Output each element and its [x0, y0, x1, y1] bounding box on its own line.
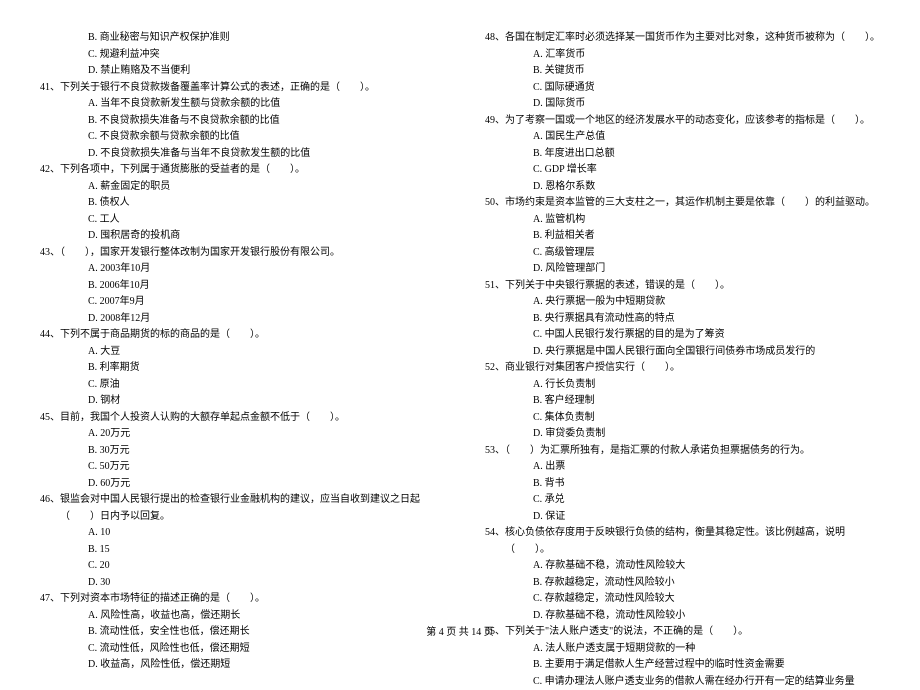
- option-text: B. 年度进出口总额: [485, 146, 880, 163]
- option-text: A. 法人账户透支属于短期贷款的一种: [485, 641, 880, 658]
- option-text: B. 关键货币: [485, 63, 880, 80]
- option-text: A. 风险性高，收益也高，偿还期长: [40, 608, 435, 625]
- option-text: D. 收益高，风险性低，偿还期短: [40, 657, 435, 674]
- option-text: A. 央行票据一般为中短期贷款: [485, 294, 880, 311]
- option-text: C. GDP 增长率: [485, 162, 880, 179]
- option-text: A. 10: [40, 525, 435, 542]
- option-text: A. 存款基础不稳，流动性风险较大: [485, 558, 880, 575]
- option-text: A. 大豆: [40, 344, 435, 361]
- question-45: 45、目前，我国个人投资人认购的大额存单起点金额不低于（ ）。: [40, 410, 435, 427]
- option-text: C. 国际硬通货: [485, 80, 880, 97]
- option-text: C. 高级管理层: [485, 245, 880, 262]
- option-text: A. 20万元: [40, 426, 435, 443]
- option-text: A. 汇率货币: [485, 47, 880, 64]
- option-text: D. 审贷委负责制: [485, 426, 880, 443]
- option-text: D. 囤积居奇的投机商: [40, 228, 435, 245]
- option-text: B. 2006年10月: [40, 278, 435, 295]
- option-text: C. 原油: [40, 377, 435, 394]
- question-48: 48、各国在制定汇率时必须选择某一国货币作为主要对比对象，这种货币被称为（ ）。: [485, 30, 880, 47]
- option-text: D. 恩格尔系数: [485, 179, 880, 196]
- option-text: B. 利率期货: [40, 360, 435, 377]
- option-text: A. 国民生产总值: [485, 129, 880, 146]
- option-text: B. 央行票据具有流动性高的特点: [485, 311, 880, 328]
- option-text: D. 央行票据是中国人民银行面向全国银行间债券市场成员发行的: [485, 344, 880, 361]
- question-47: 47、下列对资本市场特征的描述正确的是（ ）。: [40, 591, 435, 608]
- option-text: A. 当年不良贷款新发生额与贷款余额的比值: [40, 96, 435, 113]
- option-text: B. 30万元: [40, 443, 435, 460]
- option-text: D. 2008年12月: [40, 311, 435, 328]
- option-text: D. 存款基础不稳，流动性风险较小: [485, 608, 880, 625]
- option-text: A. 行长负责制: [485, 377, 880, 394]
- option-text: C. 50万元: [40, 459, 435, 476]
- option-text: C. 中国人民银行发行票据的目的是为了筹资: [485, 327, 880, 344]
- option-text: D. 不良贷款损失准备与当年不良贷款发生额的比值: [40, 146, 435, 163]
- option-text: D. 风险管理部门: [485, 261, 880, 278]
- question-52: 52、商业银行对集团客户授信实行（ ）。: [485, 360, 880, 377]
- two-column-layout: B. 商业秘密与知识产权保护准则 C. 规避利益冲突 D. 禁止贿赂及不当便利 …: [40, 30, 880, 690]
- option-text: C. 存款越稳定，流动性风险较大: [485, 591, 880, 608]
- option-text: B. 15: [40, 542, 435, 559]
- option-text: A. 薪金固定的职员: [40, 179, 435, 196]
- option-text: B. 客户经理制: [485, 393, 880, 410]
- question-43: 43、（ ），国家开发银行整体改制为国家开发银行股份有限公司。: [40, 245, 435, 262]
- option-text: D. 保证: [485, 509, 880, 526]
- question-53: 53、（ ）为汇票所独有，是指汇票的付款人承诺负担票据债务的行为。: [485, 443, 880, 460]
- option-text: B. 商业秘密与知识产权保护准则: [40, 30, 435, 47]
- option-text: A. 出票: [485, 459, 880, 476]
- option-text: C. 规避利益冲突: [40, 47, 435, 64]
- question-54: 54、核心负债依存度用于反映银行负债的结构，衡量其稳定性。该比例越高，说明（ ）…: [485, 525, 880, 558]
- option-text: B. 主要用于满足借款人生产经营过程中的临时性资金需要: [485, 657, 880, 674]
- option-text: C. 工人: [40, 212, 435, 229]
- option-text: C. 申请办理法人账户透支业务的借款人需在经办行开有一定的结算业务量: [485, 674, 880, 690]
- option-text: B. 背书: [485, 476, 880, 493]
- option-text: B. 利益相关者: [485, 228, 880, 245]
- option-text: C. 承兑: [485, 492, 880, 509]
- question-50: 50、市场约束是资本监管的三大支柱之一，其运作机制主要是依靠（ ）的利益驱动。: [485, 195, 880, 212]
- right-column: 48、各国在制定汇率时必须选择某一国货币作为主要对比对象，这种货币被称为（ ）。…: [485, 30, 880, 690]
- option-text: D. 国际货币: [485, 96, 880, 113]
- option-text: B. 债权人: [40, 195, 435, 212]
- option-text: C. 流动性低，风险性也低，偿还期短: [40, 641, 435, 658]
- option-text: D. 60万元: [40, 476, 435, 493]
- question-42: 42、下列各项中，下列属于通货膨胀的受益者的是（ ）。: [40, 162, 435, 179]
- option-text: A. 2003年10月: [40, 261, 435, 278]
- question-51: 51、下列关于中央银行票据的表述，错误的是（ ）。: [485, 278, 880, 295]
- option-text: C. 20: [40, 558, 435, 575]
- question-44: 44、下列不属于商品期货的标的商品的是（ ）。: [40, 327, 435, 344]
- page-footer: 第 4 页 共 14 页: [0, 623, 920, 638]
- question-46: 46、银监会对中国人民银行提出的检查银行业金融机构的建议，应当自收到建议之日起（…: [40, 492, 435, 525]
- option-text: A. 监管机构: [485, 212, 880, 229]
- option-text: D. 30: [40, 575, 435, 592]
- option-text: D. 禁止贿赂及不当便利: [40, 63, 435, 80]
- option-text: D. 钢材: [40, 393, 435, 410]
- option-text: B. 存款越稳定，流动性风险较小: [485, 575, 880, 592]
- option-text: C. 不良贷款余额与贷款余额的比值: [40, 129, 435, 146]
- option-text: B. 不良贷款损失准备与不良贷款余额的比值: [40, 113, 435, 130]
- question-49: 49、为了考察一国或一个地区的经济发展水平的动态变化，应该参考的指标是（ ）。: [485, 113, 880, 130]
- left-column: B. 商业秘密与知识产权保护准则 C. 规避利益冲突 D. 禁止贿赂及不当便利 …: [40, 30, 435, 690]
- option-text: C. 集体负责制: [485, 410, 880, 427]
- question-41: 41、下列关于银行不良贷款拨备覆盖率计算公式的表述，正确的是（ ）。: [40, 80, 435, 97]
- option-text: C. 2007年9月: [40, 294, 435, 311]
